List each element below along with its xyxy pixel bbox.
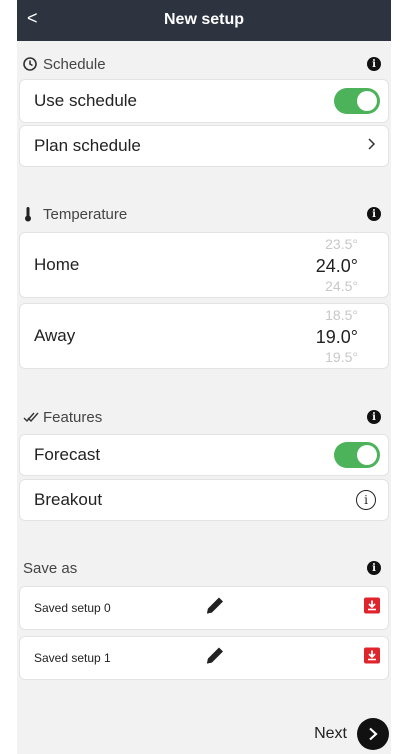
schedule-info-icon[interactable]: i xyxy=(367,57,381,71)
screen: < New setup Schedule i Use schedule Plan… xyxy=(17,0,391,754)
away-temp-above: 18.5° xyxy=(325,307,358,323)
forecast-row: Forecast xyxy=(19,434,389,476)
page-title: New setup xyxy=(163,11,244,28)
saved-setup-row[interactable]: Saved setup 1 xyxy=(19,636,389,680)
forecast-label: Forecast xyxy=(34,445,101,464)
home-temp-below: 24.5° xyxy=(325,278,358,294)
use-schedule-toggle[interactable] xyxy=(334,88,380,114)
saved-setup-row[interactable]: Saved setup 0 xyxy=(19,586,389,630)
schedule-section-header: Schedule i xyxy=(17,51,391,77)
next-control[interactable]: Next xyxy=(314,718,389,750)
save-download-icon[interactable] xyxy=(364,647,380,669)
save-as-section-header: Save as i xyxy=(17,555,391,581)
use-schedule-label: Use schedule xyxy=(34,91,138,110)
breakout-label: Breakout xyxy=(34,490,103,509)
saved-setup-label: Saved setup 0 xyxy=(34,601,111,615)
pencil-icon[interactable] xyxy=(204,595,226,622)
away-temperature-row: Away 18.5° 19.0° 19.5° xyxy=(19,303,389,369)
away-temp-current: 19.0° xyxy=(315,327,358,347)
home-temperature-row: Home 23.5° 24.0° 24.5° xyxy=(19,232,389,298)
pencil-icon[interactable] xyxy=(204,645,226,672)
away-temperature-picker[interactable]: 18.5° 19.0° 19.5° xyxy=(288,304,358,368)
features-section-title: Features xyxy=(43,408,103,426)
away-temp-below: 19.5° xyxy=(325,349,358,365)
home-temp-current: 24.0° xyxy=(315,256,358,276)
save-as-info-icon[interactable]: i xyxy=(367,561,381,575)
clock-icon xyxy=(23,57,43,71)
saved-setup-label: Saved setup 1 xyxy=(34,651,111,665)
temperature-info-icon[interactable]: i xyxy=(367,207,381,221)
chevron-right-icon xyxy=(368,137,376,155)
chevron-right-icon xyxy=(369,727,378,741)
breakout-row: Breakout i xyxy=(19,479,389,521)
plan-schedule-label: Plan schedule xyxy=(34,136,141,155)
temperature-section-title: Temperature xyxy=(43,205,128,223)
next-label: Next xyxy=(314,725,347,742)
forecast-toggle[interactable] xyxy=(334,442,380,468)
save-as-section-title: Save as xyxy=(23,559,78,577)
plan-schedule-row[interactable]: Plan schedule xyxy=(19,125,389,167)
use-schedule-row: Use schedule xyxy=(19,79,389,123)
double-check-icon xyxy=(23,411,43,423)
schedule-section-title: Schedule xyxy=(43,55,106,73)
save-download-icon[interactable] xyxy=(364,597,380,619)
features-info-icon[interactable]: i xyxy=(367,410,381,424)
temperature-section-header: Temperature i xyxy=(17,201,391,227)
away-label: Away xyxy=(34,326,76,345)
thermometer-icon xyxy=(23,206,43,222)
next-button[interactable] xyxy=(357,718,389,750)
home-temp-above: 23.5° xyxy=(325,236,358,252)
features-section-header: Features i xyxy=(17,404,391,430)
breakout-info-icon[interactable]: i xyxy=(356,490,376,510)
home-temperature-picker[interactable]: 23.5° 24.0° 24.5° xyxy=(288,233,358,297)
header-bar: < New setup xyxy=(17,0,391,41)
home-label: Home xyxy=(34,255,80,274)
